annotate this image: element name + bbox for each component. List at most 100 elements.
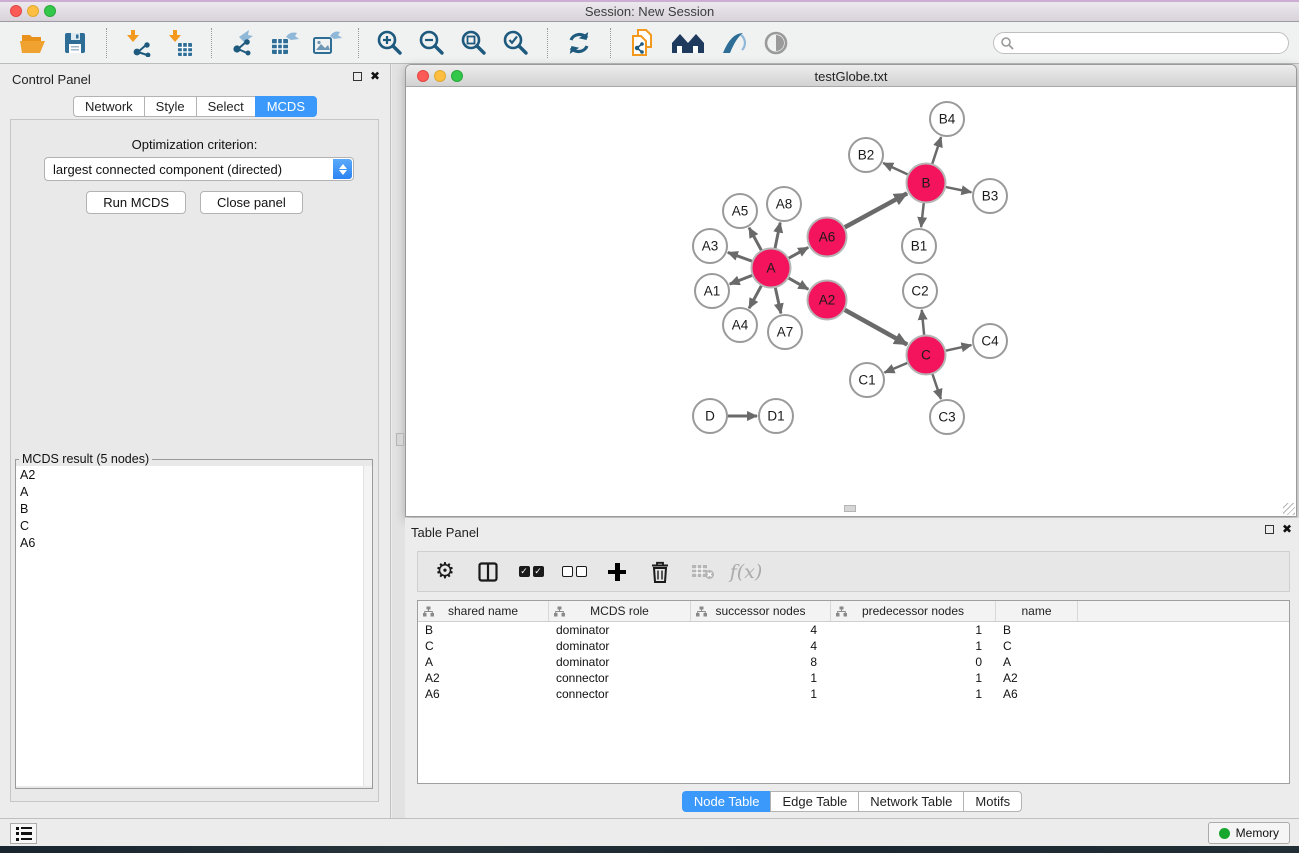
tab-mcds[interactable]: MCDS <box>255 96 317 117</box>
graph-edge-C-C4[interactable] <box>944 345 971 351</box>
clone-network-icon[interactable] <box>627 28 657 58</box>
node-table[interactable]: shared nameMCDS rolesuccessor nodesprede… <box>417 600 1290 784</box>
table-body[interactable]: Bdominator41BCdominator41CAdominator80AA… <box>418 622 1289 702</box>
zoom-out-icon[interactable] <box>417 28 447 58</box>
float-panel-icon[interactable] <box>1265 525 1274 534</box>
graph-node-label: B2 <box>858 148 875 163</box>
graph-edge-A-A6[interactable] <box>787 247 808 259</box>
zoom-fit-icon[interactable] <box>459 28 489 58</box>
import-network-icon[interactable] <box>123 28 153 58</box>
horizontal-split-handle[interactable] <box>844 505 856 512</box>
network-graph: AA1A2A3A4A5A6A7A8BB1B2B3B4CC1C2C3C4DD1 <box>406 87 1296 516</box>
gear-icon[interactable]: ⚙ <box>432 559 458 585</box>
table-row[interactable]: A2connector11A2 <box>418 670 1289 686</box>
vertical-split-handle[interactable] <box>396 433 404 446</box>
table-row[interactable]: A6connector11A6 <box>418 686 1289 702</box>
optimization-select[interactable]: largest connected component (directed) <box>44 157 354 181</box>
graph-edge-C-C1[interactable] <box>884 362 908 372</box>
graph-edge-B-B4[interactable] <box>932 137 941 165</box>
run-mcds-button[interactable]: Run MCDS <box>86 191 186 214</box>
graph-edge-A-A8[interactable] <box>775 223 781 250</box>
table-cell: C <box>996 638 1078 654</box>
table-cell: A <box>996 654 1078 670</box>
graph-edge-A-A4[interactable] <box>749 284 762 308</box>
result-item[interactable]: C <box>16 517 372 534</box>
column-header[interactable]: name <box>996 601 1078 621</box>
delete-column-icon[interactable] <box>647 559 673 585</box>
resize-handle[interactable] <box>1283 503 1295 515</box>
network-canvas[interactable]: AA1A2A3A4A5A6A7A8BB1B2B3B4CC1C2C3C4DD1 <box>406 87 1296 516</box>
tab-edge-table[interactable]: Edge Table <box>770 791 858 812</box>
graph-edge-A2-C[interactable] <box>843 309 907 345</box>
graph-edge-A-A3[interactable] <box>728 252 754 261</box>
memory-button[interactable]: Memory <box>1208 822 1290 844</box>
result-item[interactable]: B <box>16 500 372 517</box>
close-panel-button[interactable]: Close panel <box>200 191 303 214</box>
tab-network-table[interactable]: Network Table <box>858 791 963 812</box>
export-table-icon[interactable] <box>270 28 300 58</box>
graph-edge-B-B3[interactable] <box>944 187 971 193</box>
table-cell: dominator <box>549 622 691 638</box>
column-header[interactable]: successor nodes <box>691 601 831 621</box>
zoom-selected-icon[interactable] <box>501 28 531 58</box>
network-window-titlebar[interactable]: testGlobe.txt <box>406 65 1296 87</box>
graph-edge-A-A7[interactable] <box>775 286 781 313</box>
tab-node-table[interactable]: Node Table <box>682 791 771 812</box>
select-all-rows-icon[interactable]: ✓✓ <box>518 559 544 585</box>
main-toolbar <box>0 22 1299 64</box>
graph-edge-A-A1[interactable] <box>730 275 754 284</box>
graph-edge-A6-B[interactable] <box>843 193 907 228</box>
column-header[interactable]: MCDS role <box>549 601 691 621</box>
hide-graphics-icon[interactable] <box>719 28 749 58</box>
window-title: Session: New Session <box>0 4 1299 19</box>
table-row[interactable]: Cdominator41C <box>418 638 1289 654</box>
show-panels-icon[interactable] <box>10 823 37 844</box>
search-field[interactable] <box>993 32 1289 54</box>
close-panel-icon[interactable]: ✖ <box>370 71 380 82</box>
graph-edge-A-A5[interactable] <box>749 228 762 252</box>
graph-edge-B-B1[interactable] <box>921 201 924 227</box>
zoom-in-icon[interactable] <box>375 28 405 58</box>
level-of-detail-icon[interactable] <box>761 28 791 58</box>
column-header[interactable]: shared name <box>418 601 549 621</box>
graph-node-label: C <box>921 348 931 363</box>
graph-edge-B-B2[interactable] <box>883 163 909 175</box>
graph-node-label: A2 <box>819 293 836 308</box>
refresh-icon[interactable] <box>564 28 594 58</box>
open-session-icon[interactable] <box>18 28 48 58</box>
mcds-result-list[interactable]: A2ABCA6 <box>16 466 372 786</box>
cyndex-home-icon[interactable] <box>669 28 707 58</box>
search-input[interactable] <box>1014 34 1288 52</box>
export-image-icon[interactable] <box>312 28 342 58</box>
table-cell: 4 <box>691 638 831 654</box>
graph-edge-A-A2[interactable] <box>787 277 808 289</box>
search-icon <box>1000 36 1014 50</box>
deselect-all-rows-icon[interactable] <box>561 559 587 585</box>
result-item[interactable]: A6 <box>16 534 372 551</box>
tab-network[interactable]: Network <box>73 96 144 117</box>
result-item[interactable]: A <box>16 483 372 500</box>
float-panel-icon[interactable] <box>353 72 362 81</box>
close-panel-icon[interactable]: ✖ <box>1282 524 1292 535</box>
export-network-icon[interactable] <box>228 28 258 58</box>
graph-edge-C-C2[interactable] <box>922 310 924 337</box>
tab-style[interactable]: Style <box>144 96 196 117</box>
table-row[interactable]: Adominator80A <box>418 654 1289 670</box>
network-window[interactable]: testGlobe.txt AA1A2A3A4A5A6A7A8BB1B2B3B4… <box>405 64 1297 517</box>
mcds-result-title: MCDS result (5 nodes) <box>19 452 152 466</box>
tab-motifs[interactable]: Motifs <box>963 791 1022 812</box>
import-table-icon[interactable] <box>165 28 195 58</box>
column-icon[interactable] <box>475 559 501 585</box>
result-scrollbar[interactable] <box>363 466 372 786</box>
add-column-icon[interactable] <box>604 559 630 585</box>
table-row[interactable]: Bdominator41B <box>418 622 1289 638</box>
control-panel-title: Control Panel <box>12 72 91 87</box>
graph-node-label: B4 <box>939 112 956 127</box>
table-cell: A <box>418 654 549 670</box>
column-header[interactable]: predecessor nodes <box>831 601 996 621</box>
save-session-icon[interactable] <box>60 28 90 58</box>
result-item[interactable]: A2 <box>16 466 372 483</box>
table-panel-title: Table Panel <box>411 525 479 540</box>
tab-select[interactable]: Select <box>196 96 255 117</box>
graph-edge-C-C3[interactable] <box>932 373 941 399</box>
